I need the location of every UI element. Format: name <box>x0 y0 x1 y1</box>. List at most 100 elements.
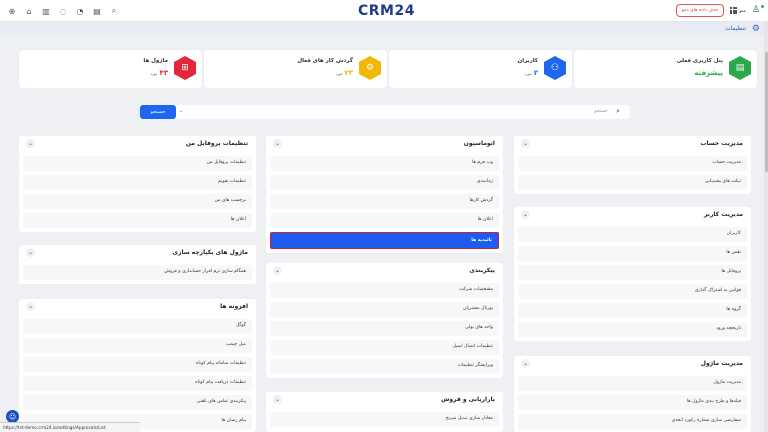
chevron-down-icon[interactable]: ⌄ <box>273 139 282 148</box>
panel-user-management: مدیریت کاربر ⌄ کاربران نقش ها پروفایل ها … <box>514 207 751 341</box>
list-item[interactable]: برچسب های من <box>23 194 252 209</box>
list-item-label: تنظیمات دریافت پیام کوتاه <box>195 380 246 385</box>
list-item[interactable]: اعلان ها <box>23 213 252 228</box>
list-item[interactable]: میل چیمپ <box>23 338 252 353</box>
list-item-label: اعلان ها <box>477 217 493 222</box>
list-item-label: پیام رسان ها <box>221 418 247 423</box>
list-item-label: تنظیمات پروفایل من <box>206 160 246 165</box>
list-item-label: فیلدها و طرح بندی ماژول ها <box>686 399 741 404</box>
search-input[interactable]: جستجو <box>594 109 608 114</box>
chevron-down-icon[interactable]: ⌄ <box>273 395 282 404</box>
settings-search: جستجو ⌄ جستجو ⌕ <box>140 105 630 119</box>
grid-icon <box>730 7 738 14</box>
list-item-approvals-selected[interactable]: تائیدیه ها <box>270 232 499 249</box>
panel-title: ماژول های یکپارچه سازی <box>172 249 248 256</box>
list-item[interactable]: تاریخچه ورود <box>518 322 747 337</box>
chat-icon[interactable]: ◌ <box>57 5 69 17</box>
list-item[interactable]: تنظیمات دریافت پیام کوتاه <box>23 376 252 391</box>
chart-icon[interactable]: ▥ <box>40 5 52 17</box>
card-value: مورد ۲ <box>524 69 538 77</box>
bell-icon[interactable]: ◔ <box>74 5 86 17</box>
list-item[interactable]: واحد های پولی <box>270 321 499 336</box>
menu-label: منو <box>739 7 746 14</box>
list-item[interactable]: زمانبندی <box>270 175 499 190</box>
list-item-label: واحد های پولی <box>465 325 493 330</box>
list-item[interactable]: همگام سازی نرم افزار حسابداری و فروش <box>23 265 252 280</box>
list-item[interactable]: تنظیمات پروفایل من <box>23 156 252 171</box>
users-icon: ⚇ <box>544 56 566 80</box>
list-item-label: گوگل <box>235 323 246 328</box>
menu-button[interactable]: منو <box>730 7 746 14</box>
list-item[interactable]: تیکت های پشتیبانی <box>518 175 747 190</box>
remove-demo-data-button[interactable]: حذف داده های دمو <box>675 4 725 17</box>
chevron-down-icon[interactable]: ⌄ <box>273 266 282 275</box>
search-icon[interactable]: ⌕ <box>108 5 120 17</box>
status-bar-url: https://tst-demo.crm24.io/settings/Appro… <box>0 422 140 432</box>
card-value: مورد ۴۳ <box>150 69 168 77</box>
list-item[interactable]: معادل سازی تبدیل سرنخ <box>270 412 499 427</box>
list-item[interactable]: قوانین به اشتراک گذاری <box>518 284 747 299</box>
panel-addons: افزونه ها ⌄ گوگل میل چیمپ تنظیمات سامانه … <box>19 299 256 432</box>
panel-configuration: پیکربندی ⌄ مشخصات شرکت پورتال مشتریان واح… <box>266 263 503 378</box>
list-item-label: مشخصات شرکت <box>459 287 493 292</box>
card-users[interactable]: ⚇ کاربران مورد ۲ <box>389 50 572 88</box>
list-item-label: ویرایشگر تنظیمات <box>457 363 493 368</box>
list-item[interactable]: اعلان ها <box>270 213 499 228</box>
search-button[interactable]: جستجو <box>140 105 176 119</box>
panel-module-management: مدیریت ماژول ⌄ مدیریت ماژول فیلدها و طرح … <box>514 356 751 432</box>
list-item[interactable]: کاربران <box>518 227 747 242</box>
panel-account-management: مدیریت حساب ⌄ مدیریت حساب تیکت های پشتیبا… <box>514 136 751 194</box>
list-item-label: برچسب های من <box>214 198 246 203</box>
panel-automation: اتوماسیون ⌄ وب فرم ها زمانبندی گردش کارها… <box>266 136 503 253</box>
chevron-down-icon[interactable]: ⌄ <box>521 210 530 219</box>
chevron-down-icon[interactable]: ⌄ <box>521 359 530 368</box>
logo[interactable]: CRM24 <box>358 3 415 19</box>
panel-title: مدیریت حساب <box>700 140 743 147</box>
list-item[interactable]: پروفایل ها <box>518 265 747 280</box>
list-item[interactable]: ویرایشگر تنظیمات <box>270 359 499 374</box>
list-item[interactable]: گوگل <box>23 319 252 334</box>
chevron-down-icon[interactable]: ⌄ <box>179 108 183 114</box>
list-item[interactable]: مدیریت ماژول <box>518 376 747 391</box>
list-item-label: اعلان ها <box>230 217 246 222</box>
list-item[interactable]: گردش کارها <box>270 194 499 209</box>
list-item[interactable]: تنظیمات اتصال ایمیل <box>270 340 499 355</box>
card-modules[interactable]: ⊞ ماژول ها مورد ۴۳ <box>19 50 202 88</box>
list-item[interactable]: سفارشی سازی شماره رکورد ابجدی <box>518 414 747 429</box>
page-scrollbar[interactable] <box>764 22 768 432</box>
list-item[interactable]: فیلدها و طرح بندی ماژول ها <box>518 395 747 410</box>
list-item[interactable]: وب فرم ها <box>270 156 499 171</box>
modules-icon: ⊞ <box>174 56 196 80</box>
panel-title: مدیریت کاربر <box>703 211 743 218</box>
scrollbar-thumb[interactable] <box>764 52 768 172</box>
home-icon[interactable]: ⌂ <box>23 5 35 17</box>
list-item-label: پروفایل ها <box>721 269 741 274</box>
list-item[interactable]: تنظیمات سامانه پیام کوتاه <box>23 357 252 372</box>
list-item-label: وب فرم ها <box>472 160 493 165</box>
card-current-panel[interactable]: ▤ پنل کاربری فعلی پیشرفته <box>574 50 757 88</box>
chevron-down-icon[interactable]: ⌄ <box>26 302 35 311</box>
list-item[interactable]: نقش ها <box>518 246 747 261</box>
list-item-label: پیکربندی تماس های تلفنی <box>196 399 247 404</box>
list-item-label: مدیریت حساب <box>712 160 741 165</box>
page-title: تنظیمات <box>724 25 746 32</box>
card-active-workflows[interactable]: ⚙ گردش کار های فعال مورد ۲۳ <box>204 50 387 88</box>
list-item[interactable]: مدیریت حساب <box>518 156 747 171</box>
list-item[interactable]: مشخصات شرکت <box>270 283 499 298</box>
chevron-down-icon[interactable]: ⌄ <box>26 139 35 148</box>
list-item[interactable]: پیکربندی تماس های تلفنی <box>23 395 252 410</box>
list-item-label: کاربران <box>726 231 741 236</box>
list-item[interactable]: پورتال مشتریان <box>270 302 499 317</box>
list-item-label: تنظیمات سامانه پیام کوتاه <box>196 361 246 366</box>
top-bar: ⊕ ⌂ ▥ ◌ ◔ ▤ ⌕ CRM24 حذف داده های دمو منو… <box>0 0 768 22</box>
chevron-down-icon[interactable]: ⌄ <box>26 248 35 257</box>
panel-title: اتوماسیون <box>463 140 495 147</box>
list-item-label: معادل سازی تبدیل سرنخ <box>445 416 493 421</box>
list-item[interactable]: تنظیمات تقویم <box>23 175 252 190</box>
chevron-down-icon[interactable]: ⌄ <box>521 139 530 148</box>
plus-circle-icon[interactable]: ⊕ <box>6 5 18 17</box>
list-item[interactable]: گروه ها <box>518 303 747 318</box>
user-icon[interactable]: ♙ <box>752 4 764 17</box>
panel-title: مدیریت ماژول <box>700 360 743 367</box>
calendar-icon[interactable]: ▤ <box>91 5 103 17</box>
